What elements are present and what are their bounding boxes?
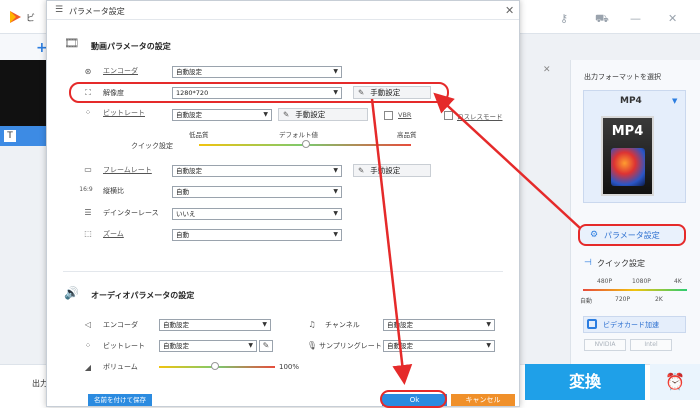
convert-button[interactable]: 変換 <box>525 364 645 400</box>
quality-slider-thumb[interactable] <box>302 140 310 148</box>
mp4-format-icon[interactable]: MP4 <box>601 116 654 196</box>
cancel-button[interactable]: キャンセル <box>451 394 515 406</box>
lossless-checkbox[interactable] <box>444 111 453 120</box>
zoom-icon: ⬚ <box>84 229 92 238</box>
settings-sliders-icon: ☰ <box>55 5 64 15</box>
volume-label: ボリューム <box>103 363 138 371</box>
minimize-icon[interactable]: — <box>630 12 641 25</box>
pencil-icon: ✎ <box>358 166 365 175</box>
quick-tick-auto: 自動 <box>580 298 593 305</box>
quality-low-label: 低品質 <box>189 131 209 139</box>
aspect-ratio-label: 縦横比 <box>103 187 124 195</box>
cart-icon[interactable]: ⛟ <box>595 12 609 27</box>
framerate-icon: ▭ <box>84 165 92 174</box>
pencil-icon: ✎ <box>283 110 290 119</box>
quick-tick-4k: 4K <box>674 278 682 285</box>
audio-bitrate-select[interactable]: 自動設定 ▼ <box>159 340 257 352</box>
text-icon: T <box>4 130 16 142</box>
lossless-label: ロスレスモード <box>457 113 503 121</box>
channel-icon: ♫ <box>308 320 316 329</box>
volume-icon: ◢ <box>84 363 92 372</box>
video-bitrate-select[interactable]: 自動設定 ▼ <box>172 109 272 121</box>
samplerate-label: サンプリングレート <box>319 342 382 350</box>
format-panel-title: 出力フォーマットを選択 <box>584 73 661 81</box>
nvidia-chip: NVIDIA <box>584 339 626 351</box>
vbr-label: VBR <box>398 111 412 119</box>
audio-bitrate-label: ビットレート <box>103 342 145 350</box>
quality-high-label: 高品質 <box>397 131 417 139</box>
video-section-title: 動画パラメータの設定 <box>91 42 171 51</box>
video-preview <box>0 60 46 126</box>
audio-encoder-label: エンコーダ <box>103 321 138 329</box>
resolution-highlight <box>69 82 449 103</box>
encoder-label[interactable]: エンコーダ <box>103 66 138 76</box>
aspect-ratio-select[interactable]: 自動 ▼ <box>172 186 342 198</box>
quick-settings-icon: ⊣ <box>584 258 592 268</box>
quick-tick-1080p: 1080P <box>632 278 651 285</box>
gpu-icon <box>587 319 597 329</box>
channel-select[interactable]: 自動設定 ▼ <box>383 319 495 331</box>
audio-settings-icon: 🔊 <box>64 286 79 300</box>
quick-tick-2k: 2K <box>655 296 663 303</box>
deinterlace-icon: ☰ <box>84 208 92 217</box>
alarm-clock-icon[interactable]: ⏰ <box>650 364 700 400</box>
pencil-icon[interactable]: ✎ <box>259 340 273 352</box>
parameter-settings-dialog: ☰ パラメータ設定 ✕ 🎞 動画パラメータの設定 ⊛ エンコーダ 自動設定 ▼ ⛶… <box>46 0 520 407</box>
framerate-label[interactable]: フレームレート <box>103 165 152 175</box>
speaker-icon: ◁ <box>84 320 92 329</box>
bitrate-manual-button[interactable]: ✎ 手動設定 <box>278 108 368 121</box>
samplerate-select[interactable]: 自動設定 ▼ <box>383 340 495 352</box>
encoder-icon: ⊛ <box>84 67 92 76</box>
settings-sliders-icon: ⚙ <box>590 230 599 240</box>
zoom-label[interactable]: ズーム <box>103 229 124 239</box>
video-encoder-select[interactable]: 自動設定 ▼ <box>172 66 342 78</box>
audio-section-title: オーディオパラメータの設定 <box>91 291 195 300</box>
app-title: ビ <box>26 14 36 24</box>
chevron-down-icon[interactable]: ▼ <box>672 97 677 105</box>
audio-encoder-select[interactable]: 自動設定 ▼ <box>159 319 271 331</box>
section-divider <box>63 271 503 272</box>
audio-bitrate-icon: ⁘ <box>84 341 92 350</box>
bitrate-icon: ⁘ <box>84 108 92 117</box>
parameter-settings-label: パラメータ設定 <box>604 231 660 240</box>
framerate-select[interactable]: 自動設定 ▼ <box>172 165 342 177</box>
deinterlace-select[interactable]: いいえ ▼ <box>172 208 342 220</box>
deinterlace-label: デインターレース <box>103 209 159 217</box>
dialog-titlebar: ☰ パラメータ設定 ✕ <box>47 1 519 20</box>
zoom-select[interactable]: 自動 ▼ <box>172 229 342 241</box>
close-icon[interactable]: ✕ <box>668 12 677 25</box>
vbr-checkbox[interactable] <box>384 111 393 120</box>
key-icon[interactable]: ⚷ <box>560 12 568 25</box>
framerate-manual-button[interactable]: ✎ 手動設定 <box>353 164 431 177</box>
film-settings-icon: 🎞 <box>64 36 80 50</box>
save-as-button[interactable]: 名前を付けて保存 <box>88 394 152 406</box>
quick-tick-480p: 480P <box>597 278 613 285</box>
video-bitrate-label[interactable]: ビットレート <box>103 108 145 118</box>
microphone-icon: 🎙 <box>306 341 318 350</box>
quick-setting-label: クイック設定 <box>131 142 173 150</box>
volume-slider-thumb[interactable] <box>211 362 219 370</box>
dialog-title: パラメータ設定 <box>69 7 125 16</box>
aspect-ratio-icon: 16:9 <box>79 186 93 193</box>
format-name: MP4 <box>620 96 642 106</box>
ok-highlight <box>380 390 447 408</box>
quality-default-label: デフォルト値 <box>279 131 318 139</box>
app-logo-icon <box>10 11 21 23</box>
balloon-art <box>611 148 645 186</box>
quick-settings-slider[interactable] <box>583 289 687 291</box>
close-icon[interactable]: ✕ <box>505 4 514 17</box>
quick-tick-720p: 720P <box>615 296 631 303</box>
file-item-strip[interactable]: T <box>0 126 46 146</box>
gpu-acceleration-label: ビデオカード加速 <box>603 321 659 329</box>
channel-label: チャンネル <box>325 321 360 329</box>
quick-settings-label: クイック設定 <box>597 259 645 268</box>
remove-file-icon[interactable]: ✕ <box>543 65 551 75</box>
volume-value: 100% <box>279 363 300 371</box>
mp4-icon-text: MP4 <box>611 124 644 139</box>
intel-chip: Intel <box>630 339 672 351</box>
